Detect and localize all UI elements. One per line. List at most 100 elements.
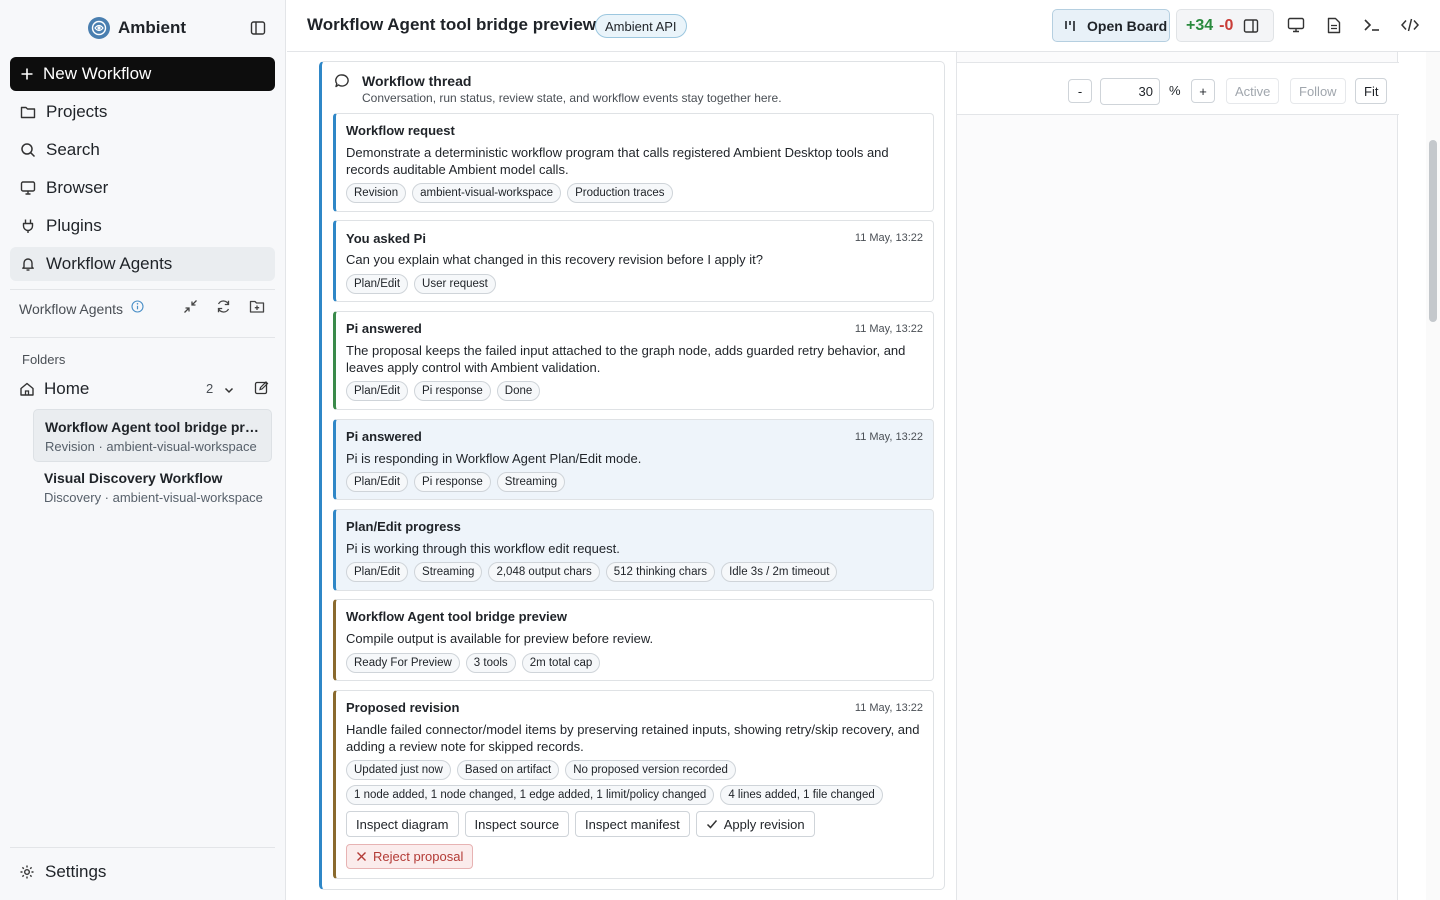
thread-card-compile-preview: Workflow Agent tool bridge preview Compi… (333, 599, 934, 681)
divider (10, 847, 275, 848)
plus-icon (21, 68, 33, 80)
tag-chip: User request (414, 274, 496, 294)
apply-revision-button[interactable]: Apply revision (695, 811, 815, 837)
tag-chip: Ready For Preview (346, 653, 460, 673)
sidebar-item-label: Plugins (46, 216, 102, 235)
thread-header: Workflow thread Conversation, run status… (332, 72, 932, 106)
document-icon[interactable] (1324, 15, 1344, 35)
sidebar-item-browser[interactable]: Browser (10, 171, 275, 205)
card-body: Can you explain what changed in this rec… (346, 252, 763, 267)
thread-card-pi-answer-streaming: Pi answered 11 May, 13:22 Pi is respondi… (333, 419, 934, 500)
open-board-button[interactable]: Open Board (1052, 9, 1170, 42)
tag-chip: Streaming (496, 472, 566, 492)
scrollbar-thumb[interactable] (1429, 140, 1437, 322)
inspect-diagram-button[interactable]: Inspect diagram (346, 811, 459, 837)
api-badge: Ambient API (595, 14, 687, 38)
card-title: Proposed revision (346, 700, 460, 715)
tag-chip: Plan/Edit (346, 472, 409, 492)
folder-icon (20, 106, 36, 119)
toggle-sidebar-button[interactable] (248, 18, 268, 38)
sidebar-item-label: Workflow Agents (46, 254, 173, 273)
new-workflow-button[interactable]: New Workflow (10, 57, 275, 91)
new-folder-icon[interactable] (249, 299, 265, 319)
divider (10, 337, 275, 338)
zoom-out-button[interactable]: - (1068, 79, 1092, 103)
reject-proposal-label: Reject proposal (373, 849, 464, 864)
thread-card-pi-answer: Pi answered 11 May, 13:22 The proposal k… (333, 311, 934, 410)
card-body: Handle failed connector/model items by p… (346, 722, 920, 754)
workflow-list-item[interactable]: Visual Discovery Workflow Discovery · am… (33, 461, 272, 514)
refresh-icon[interactable] (216, 299, 231, 319)
sidebar-toggle-icon (250, 21, 266, 35)
desktop-icon[interactable] (1286, 15, 1306, 35)
sidebar-item-workflow-agents[interactable]: Workflow Agents (10, 247, 275, 281)
gear-icon (20, 865, 34, 879)
tag-chip: 2m total cap (521, 653, 601, 673)
section-title: Workflow Agents (19, 301, 124, 317)
workflow-subtitle: Revision · ambient-visual-workspace (45, 439, 257, 454)
card-body: The proposal keeps the failed input atta… (346, 343, 906, 375)
card-body: Compile output is available for preview … (346, 631, 654, 646)
inspect-source-button[interactable]: Inspect source (464, 811, 570, 837)
divider (10, 289, 275, 290)
card-timestamp: 11 May, 13:22 (854, 232, 923, 244)
canvas-toolbar: - % + Active Follow Fit (957, 62, 1399, 115)
brand[interactable]: Ambient (88, 16, 186, 40)
thread-card-progress: Plan/Edit progress Pi is working through… (333, 509, 934, 591)
sidebar-item-plugins[interactable]: Plugins (10, 209, 275, 243)
sidebar-item-search[interactable]: Search (10, 133, 275, 167)
thread-subtitle: Conversation, run status, review state, … (362, 91, 782, 105)
tag-chip: Streaming (414, 562, 483, 582)
edit-icon[interactable] (254, 380, 269, 400)
reject-proposal-button[interactable]: Reject proposal (346, 844, 474, 869)
ambient-logo-icon (88, 17, 110, 39)
zoom-in-button[interactable]: + (1191, 79, 1215, 103)
code-icon[interactable] (1400, 15, 1420, 35)
sidebar-item-label: Browser (46, 178, 109, 197)
page-title: Workflow Agent tool bridge preview (307, 15, 597, 34)
fit-button[interactable]: Fit (1355, 78, 1388, 104)
settings-label: Settings (45, 862, 107, 881)
plug-icon (22, 219, 34, 233)
tag-chip: Pi response (414, 381, 491, 401)
follow-button[interactable]: Follow (1290, 78, 1346, 104)
apply-revision-label: Apply revision (723, 816, 805, 832)
inspect-manifest-button[interactable]: Inspect manifest (575, 811, 690, 837)
card-timestamp: 11 May, 13:22 (854, 431, 923, 443)
active-button[interactable]: Active (1226, 78, 1280, 104)
card-title: Plan/Edit progress (346, 519, 461, 534)
terminal-icon[interactable] (1362, 15, 1382, 35)
folder-home-label: Home (44, 379, 90, 398)
board-icon (1065, 20, 1075, 31)
monitor-icon (20, 181, 36, 195)
sidebar-item-projects[interactable]: Projects (10, 95, 275, 129)
collapse-icon[interactable] (183, 299, 198, 319)
card-timestamp: 11 May, 13:22 (854, 323, 923, 335)
zoom-input[interactable] (1100, 78, 1160, 105)
workflow-agents-section-header: Workflow Agents (19, 298, 271, 320)
open-board-label: Open Board (1087, 17, 1168, 34)
chat-bubble-icon (335, 74, 349, 88)
tag-chip: No proposed version recorded (565, 760, 736, 780)
new-workflow-label: New Workflow (43, 64, 152, 83)
tag-chip: Plan/Edit (346, 562, 409, 582)
card-body: Demonstrate a deterministic workflow pro… (346, 145, 889, 177)
tag-chip: Updated just now (346, 760, 451, 780)
card-title: Workflow request (346, 123, 455, 138)
close-icon (357, 852, 366, 861)
tag-chip: 3 tools (465, 653, 516, 673)
card-title: You asked Pi (346, 231, 426, 246)
workflow-list-item[interactable]: Workflow Agent tool bridge preview Revis… (33, 409, 272, 462)
tag-chip: Idle 3s / 2m timeout (721, 562, 838, 582)
info-icon[interactable] (131, 300, 144, 318)
folder-home[interactable]: Home 2 (19, 378, 271, 400)
workflow-title: Workflow Agent tool bridge preview (45, 419, 260, 435)
tag-chip: Plan/Edit (346, 381, 409, 401)
card-title: Pi answered (346, 321, 422, 336)
diff-summary-button[interactable]: +34 -0 (1176, 9, 1274, 42)
chevron-down-icon[interactable] (223, 381, 235, 401)
sidebar-item-label: Search (46, 140, 100, 159)
tag-chip: Done (496, 381, 541, 401)
top-bar: Workflow Agent tool bridge preview Ambie… (287, 0, 1440, 52)
settings-button[interactable]: Settings (19, 862, 106, 882)
